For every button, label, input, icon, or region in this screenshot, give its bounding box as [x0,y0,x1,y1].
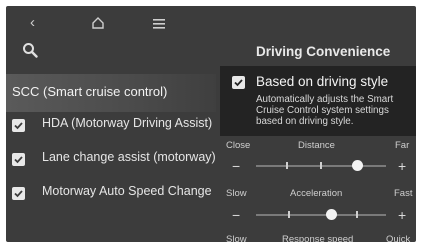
menu-item-scc-label: SCC (Smart cruise control) [12,84,168,99]
acceleration-max-label: Fast [394,188,413,199]
acceleration-tick [288,211,290,218]
home-icon[interactable] [91,16,105,30]
acceleration-track[interactable] [256,214,386,216]
acceleration-label: Acceleration [290,188,343,199]
back-icon[interactable]: ‹ [30,15,35,30]
checkbox-hda[interactable] [12,119,25,132]
driving-style-option[interactable]: Based on driving style Automatically adj… [220,66,416,136]
distance-min-label: Close [226,140,251,151]
checkbox-auto-speed-change[interactable] [12,187,25,200]
response-speed-label: Response speed [282,234,354,242]
distance-tick [320,162,322,169]
distance-plus-button[interactable]: + [398,159,406,173]
distance-label: Distance [298,140,335,151]
acceleration-tick [356,211,358,218]
driving-style-description: Automatically adjusts the Smart Cruise C… [256,94,394,127]
menu-icon[interactable] [153,17,165,29]
option-lane-change-assist-label: Lane change assist (motorway) [42,150,216,164]
cruise-control-settings-screen: ‹ SCC (Smart cruise control) HDA (Motorw… [6,6,416,242]
distance-minus-button[interactable]: − [232,159,240,173]
option-auto-speed-change-label: Motorway Auto Speed Change [42,184,212,198]
option-hda-label: HDA (Motorway Driving Assist) [42,116,213,130]
checkbox-driving-style[interactable] [232,76,245,89]
distance-tick [286,162,288,169]
search-icon[interactable] [22,42,38,58]
acceleration-plus-button[interactable]: + [398,208,406,222]
checkbox-lane-change-assist[interactable] [12,153,25,166]
acceleration-minus-button[interactable]: − [232,208,240,222]
driving-style-title: Based on driving style [256,74,389,89]
distance-slider-knob[interactable] [351,160,363,171]
acceleration-slider-knob[interactable] [325,209,337,220]
menu-item-scc[interactable]: SCC (Smart cruise control) [6,74,216,112]
response-min-label: Slow [226,234,247,242]
panel-title: Driving Convenience [256,44,391,59]
response-max-label: Quick [386,234,411,242]
acceleration-min-label: Slow [226,188,247,199]
distance-max-label: Far [395,140,410,151]
